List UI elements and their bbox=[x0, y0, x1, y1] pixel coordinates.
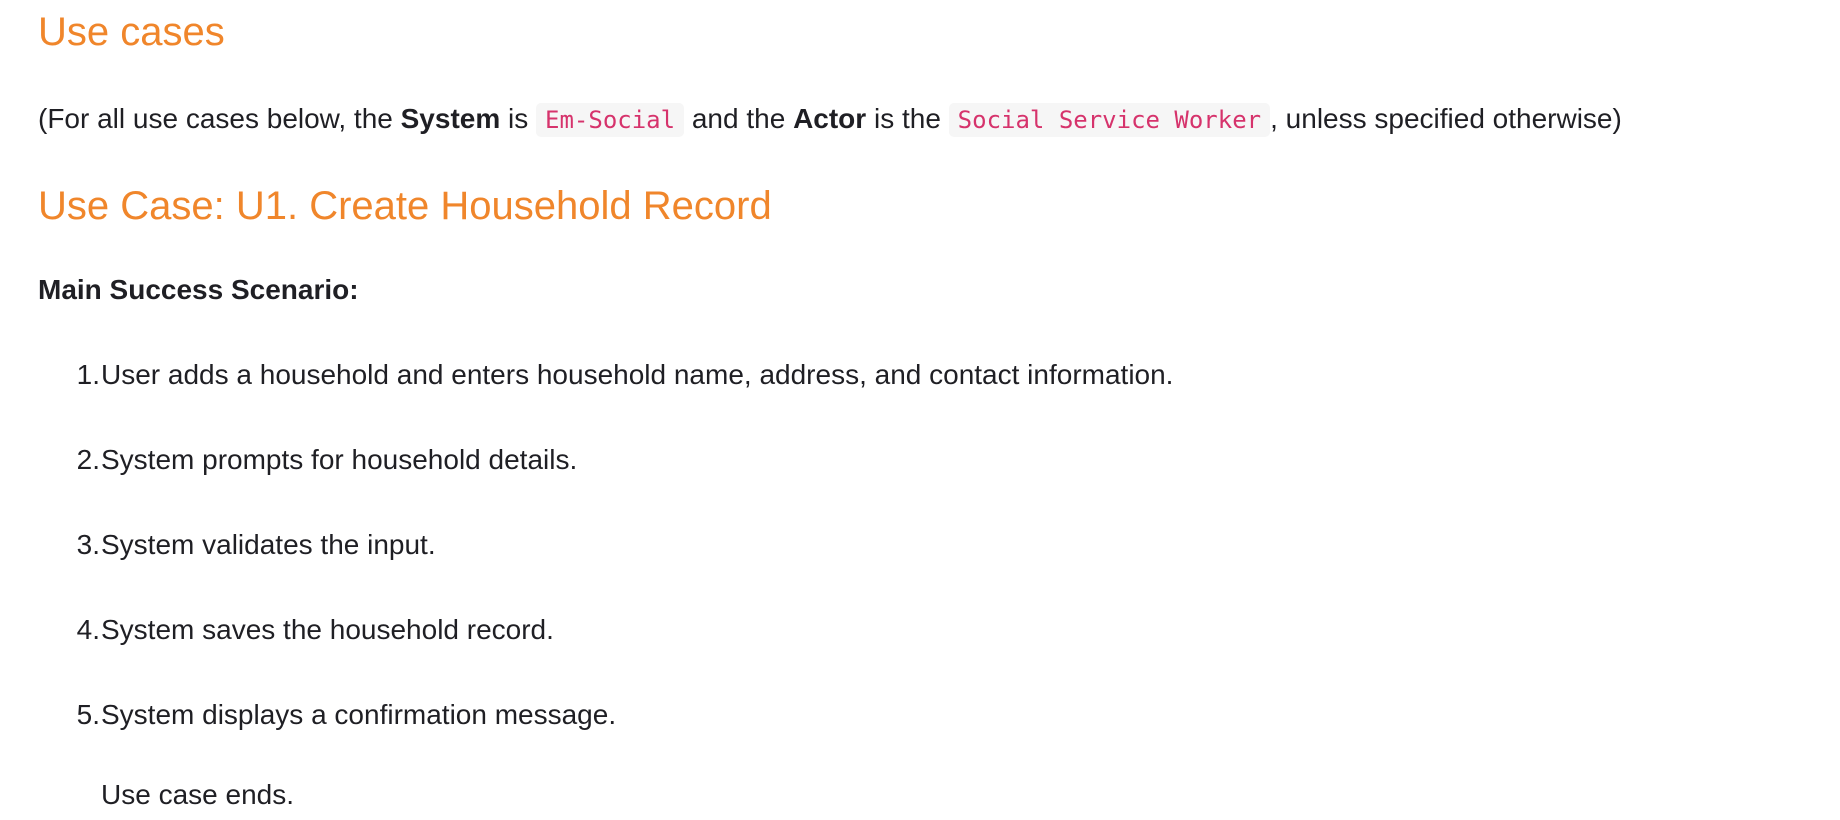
use-case-ends-note: Use case ends. bbox=[101, 779, 294, 810]
actor-label: Actor bbox=[793, 103, 867, 134]
intro-is-text: is bbox=[500, 103, 537, 134]
step-number: 5. bbox=[76, 699, 100, 730]
intro-open-text: (For all use cases below, the bbox=[38, 103, 401, 134]
step-number: 2. bbox=[76, 444, 100, 475]
system-label: System bbox=[400, 103, 501, 134]
step-text: System displays a confirmation message. bbox=[101, 699, 617, 730]
intro-close-text: , unless specified otherwise) bbox=[1270, 103, 1622, 134]
intro-paragraph: (For all use cases below, the System is … bbox=[38, 98, 1622, 141]
step-text: System prompts for household details. bbox=[101, 444, 578, 475]
actor-value-code: Social Service Worker bbox=[948, 103, 1271, 137]
step-number: 1. bbox=[76, 359, 100, 390]
step-number: 3. bbox=[76, 529, 100, 560]
step-text: System saves the household record. bbox=[101, 614, 554, 645]
section-heading-use-cases: Use cases bbox=[38, 10, 225, 54]
intro-is-the-text: is the bbox=[866, 103, 949, 134]
step-text: System validates the input. bbox=[101, 529, 436, 560]
step-text: User adds a household and enters househo… bbox=[101, 359, 1174, 390]
main-success-scenario-label: Main Success Scenario: bbox=[38, 274, 359, 305]
intro-and-the-text: and the bbox=[684, 103, 794, 134]
step-number: 4. bbox=[76, 614, 100, 645]
system-value-code: Em-Social bbox=[536, 103, 685, 137]
use-case-heading-u1: Use Case: U1. Create Household Record bbox=[38, 184, 772, 228]
